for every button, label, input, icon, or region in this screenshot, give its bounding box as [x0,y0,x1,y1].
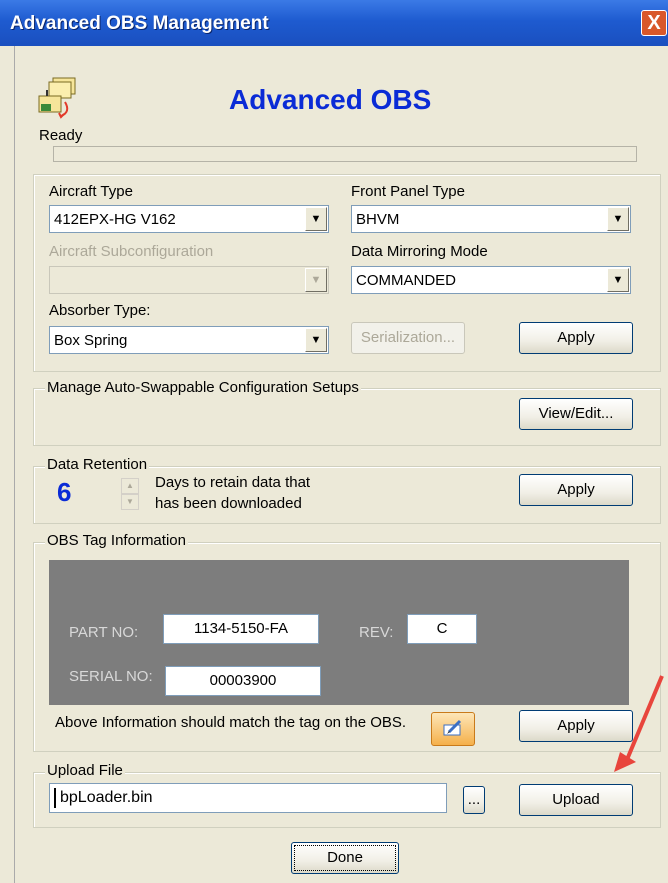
retention-apply-button[interactable]: Apply [519,474,633,506]
part-no-field[interactable]: 1134-5150-FA [163,614,319,644]
serialization-button: Serialization... [351,322,465,354]
data-mirroring-select[interactable]: COMMANDED ▼ [351,266,631,294]
done-button[interactable]: Done [291,842,399,874]
annotation-arrow-icon [614,675,664,772]
close-button[interactable]: X [641,10,667,36]
chevron-down-icon[interactable]: ▼ [607,268,629,292]
retention-desc-line1: Days to retain data that [155,474,311,491]
days-spin-down[interactable]: ▼ [121,494,139,510]
chevron-down-icon[interactable]: ▼ [305,328,327,352]
rev-label: REV: [359,624,394,641]
upload-button[interactable]: Upload [519,784,633,816]
auto-swappable-title: Manage Auto-Swappable Configuration Setu… [45,379,361,396]
spin-up-icon: ▲ [126,481,134,490]
status-text: Ready [39,127,83,144]
upload-file-title: Upload File [45,762,125,779]
tag-note: Above Information should match the tag o… [55,714,407,731]
text-caret [54,788,56,808]
aircraft-type-select[interactable]: 412EPX-HG V162 ▼ [49,205,329,233]
page-title: Advanced OBS [229,84,432,115]
absorber-type-select[interactable]: Box Spring ▼ [49,326,329,354]
folder-sync-icon [38,77,76,119]
aircraft-type-label: Aircraft Type [49,183,133,200]
aircraft-subconfig-select: ▼ [49,266,329,294]
rev-field[interactable]: C [407,614,477,644]
upload-file-field[interactable]: bpLoader.bin [49,783,447,813]
view-edit-button[interactable]: View/Edit... [519,398,633,430]
spin-down-icon: ▼ [126,497,134,506]
serial-no-label: SERIAL NO: [69,668,153,685]
front-panel-type-select[interactable]: BHVM ▼ [351,205,631,233]
window-title: Advanced OBS Management [10,13,269,34]
chevron-down-icon[interactable]: ▼ [305,207,327,231]
dialog-body: Advanced OBS Ready Aircraft Type 412EPX-… [14,46,661,883]
title-bar[interactable]: Advanced OBS Management X [0,0,668,46]
data-retention-title: Data Retention [45,456,150,473]
edit-tag-icon [443,719,462,736]
absorber-type-label: Absorber Type: [49,302,151,319]
obs-tag-title: OBS Tag Information [45,532,188,549]
part-no-label: PART NO: [69,624,139,641]
retention-days-value: 6 [57,477,72,507]
close-icon: X [647,12,661,34]
retention-desc-line2: has been downloaded [155,495,302,512]
dialog-window: Advanced OBS Management X Advanced OBS R… [0,0,668,883]
chevron-down-icon: ▼ [305,268,327,292]
days-spin-up[interactable]: ▲ [121,478,139,494]
aircraft-subconfig-label: Aircraft Subconfiguration [49,243,214,260]
data-mirroring-label: Data Mirroring Mode [351,243,488,260]
serial-no-field[interactable]: 00003900 [165,666,321,696]
browse-button[interactable]: ... [463,786,485,814]
progress-bar [53,146,637,162]
edit-tag-button[interactable] [431,712,475,746]
front-panel-type-label: Front Panel Type [351,183,465,200]
chevron-down-icon[interactable]: ▼ [607,207,629,231]
config-apply-button[interactable]: Apply [519,322,633,354]
